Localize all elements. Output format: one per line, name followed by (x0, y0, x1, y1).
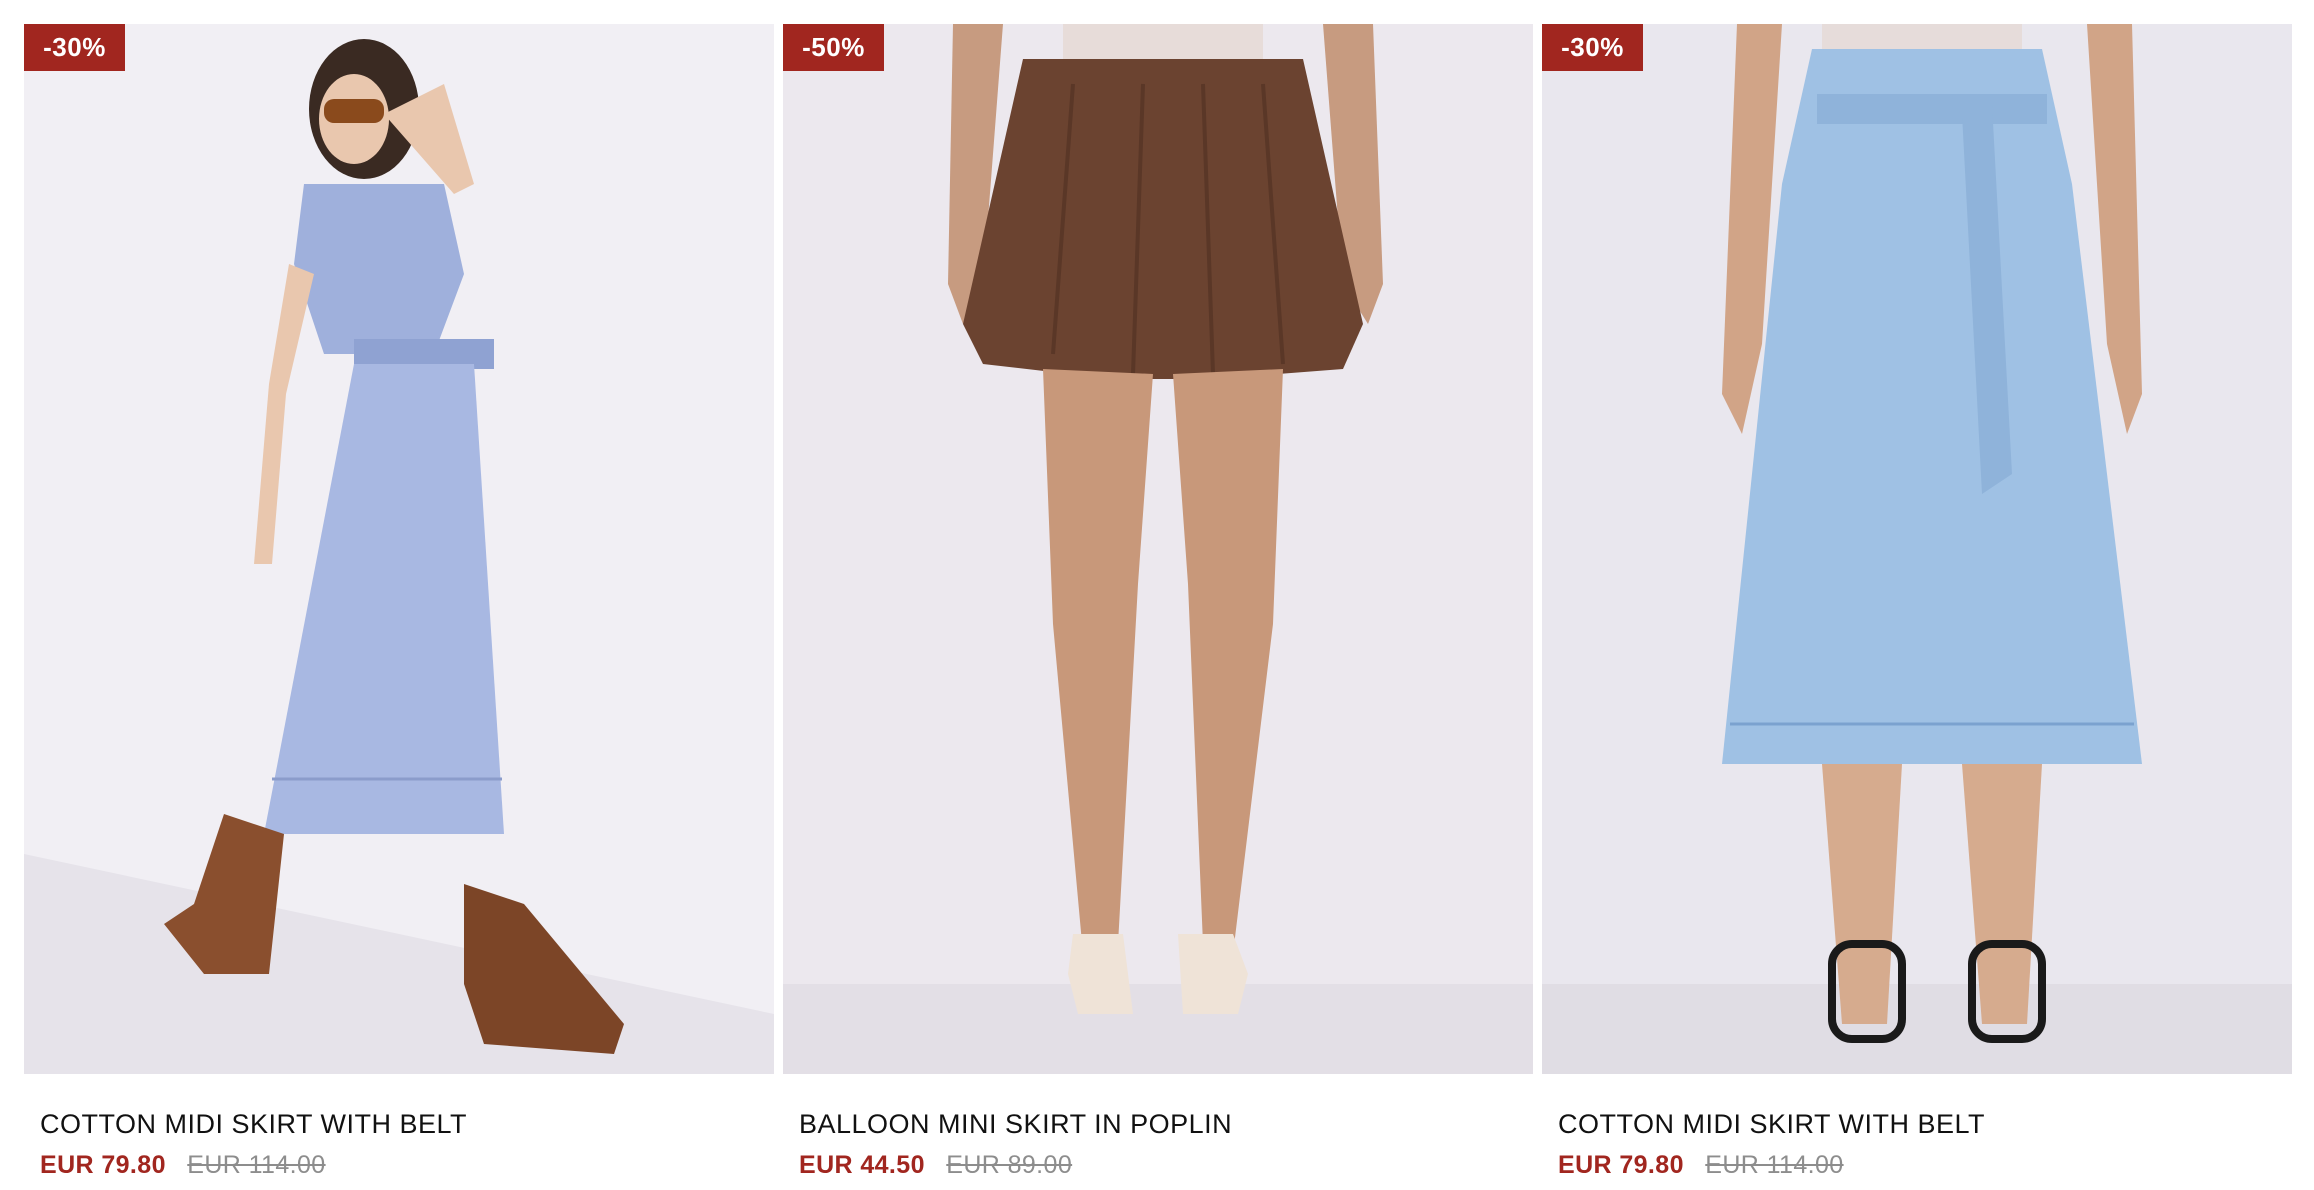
product-card[interactable]: -50% BALLOON MINI SKIRT IN POPLIN EUR 44… (783, 24, 1533, 1180)
product-card[interactable]: -30% COTTON MIDI SKIRT WITH BELT EUR 79.… (24, 24, 774, 1180)
model-denim-dress-image (24, 24, 774, 1074)
product-grid: -30% COTTON MIDI SKIRT WITH BELT EUR 79.… (24, 24, 2292, 1180)
product-title[interactable]: COTTON MIDI SKIRT WITH BELT (1558, 1107, 2292, 1141)
product-image[interactable]: -50% (783, 24, 1533, 1074)
sale-price: EUR 79.80 (1558, 1151, 1684, 1179)
discount-badge: -30% (1542, 24, 1643, 71)
price-row: EUR 44.50 EUR 89.00 (799, 1151, 1533, 1180)
discount-badge: -50% (783, 24, 884, 71)
product-title[interactable]: BALLOON MINI SKIRT IN POPLIN (799, 1107, 1533, 1141)
sale-price: EUR 79.80 (40, 1151, 166, 1179)
model-brown-skirt-image (783, 24, 1533, 1074)
sale-price: EUR 44.50 (799, 1151, 925, 1179)
price-row: EUR 79.80 EUR 114.00 (1558, 1151, 2292, 1180)
original-price: EUR 114.00 (1705, 1151, 1844, 1179)
product-image[interactable]: -30% (24, 24, 774, 1074)
product-title[interactable]: COTTON MIDI SKIRT WITH BELT (40, 1107, 774, 1141)
original-price: EUR 89.00 (946, 1151, 1073, 1179)
original-price: EUR 114.00 (187, 1151, 326, 1179)
product-card[interactable]: -30% COTTON MIDI SKIRT WITH BELT EUR 79.… (1542, 24, 2292, 1180)
discount-badge: -30% (24, 24, 125, 71)
product-image[interactable]: -30% (1542, 24, 2292, 1074)
model-denim-skirt-image (1542, 24, 2292, 1074)
price-row: EUR 79.80 EUR 114.00 (40, 1151, 774, 1180)
